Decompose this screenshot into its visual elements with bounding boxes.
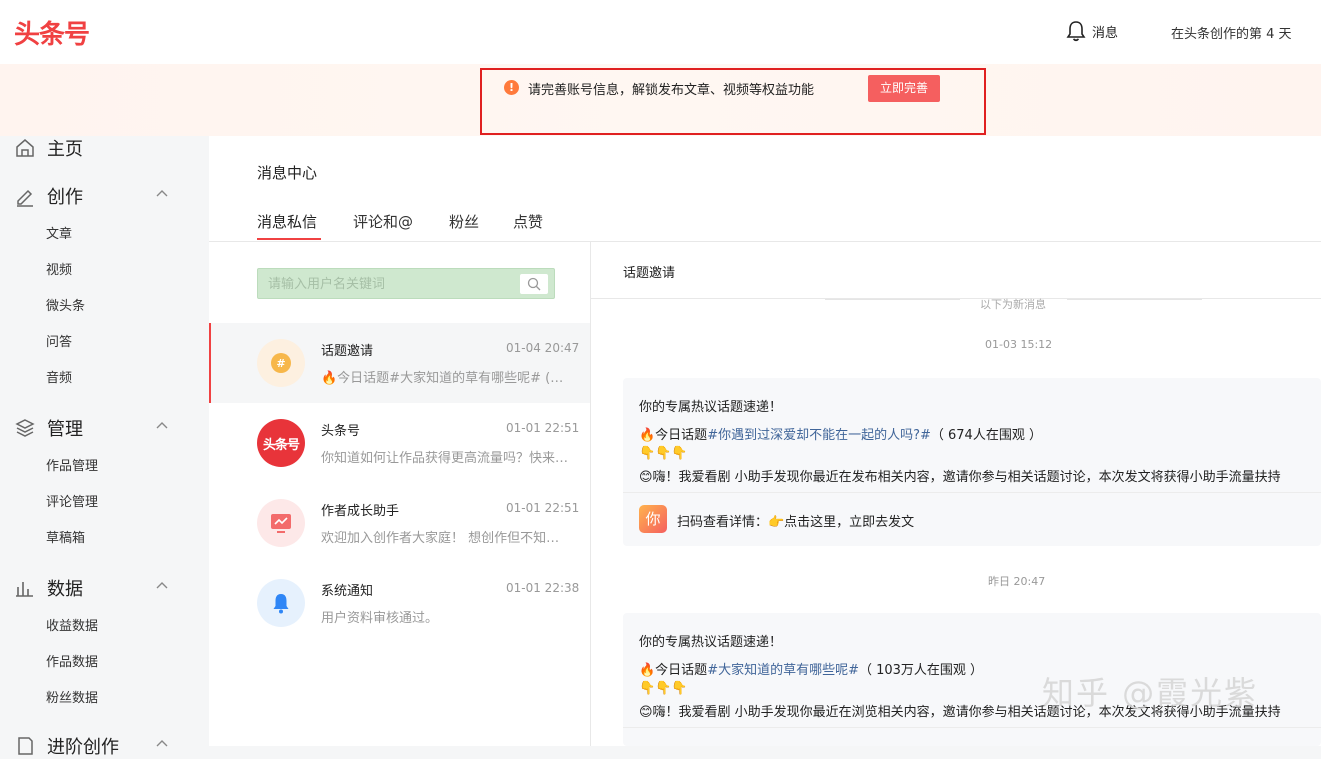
sidebar-item-micro[interactable]: 微头条 [46,295,85,314]
sidebar-item-label: 主页 [47,139,83,160]
chat-title: 话题邀请 [623,266,676,281]
conversation-preview: 用户资料审核通过。 [321,611,439,626]
conversation-preview: 你知道如何让作品获得更高流量吗？快来学习吧 [321,451,571,466]
sidebar-item-create[interactable]: 创作 [14,183,83,209]
sidebar-item-advanced[interactable]: 进阶创作 [14,733,119,759]
sidebar-item-video[interactable]: 视频 [46,259,72,278]
sidebar-item-manage[interactable]: 管理 [14,415,83,441]
bar-chart-icon [16,582,33,597]
topic-link[interactable]: #你遇到过深爱却不能在一起的人吗?# [707,428,931,443]
sidebar [0,136,209,746]
user-search [257,268,555,299]
conversation-item[interactable]: 系统通知 01-01 22:38 用户资料审核通过。 [209,563,590,643]
app-icon: 你 [639,505,667,533]
conversation-time: 01-01 22:51 [506,421,580,435]
chevron-up-icon[interactable] [155,187,169,201]
pen-icon [17,189,33,207]
conversation-name: 头条号 [321,424,361,439]
sidebar-item-audio[interactable]: 音频 [46,367,72,386]
conversation-time: 01-01 22:51 [506,501,580,515]
conversation-name: 作者成长助手 [321,504,400,519]
home-icon [16,139,34,157]
avatar-text: 头条号 [262,437,300,453]
topic-link[interactable]: #大家知道的草有哪些呢# [707,663,859,678]
divider [209,241,1321,242]
sidebar-item-drafts[interactable]: 草稿箱 [46,527,85,546]
topic-line: 🔥今日话题#大家知道的草有哪些呢#（ 103万人在围观 ） [639,659,983,678]
tab-fans[interactable]: 粉丝 [449,211,479,232]
sidebar-item-data[interactable]: 数据 [14,575,83,601]
new-messages-label: 以下为新消息 [980,298,1046,311]
emoji-row: 👇👇👇 [639,681,688,696]
conversation-time: 01-01 22:38 [506,581,580,595]
messages-button[interactable]: 消息 [1066,20,1118,42]
svg-text:#: # [276,357,285,370]
topic-prefix: 🔥今日话题 [639,663,708,678]
sidebar-item-label: 进阶创作 [47,737,119,758]
divider [623,492,1321,493]
conversation-name: 系统通知 [321,584,374,599]
chart-icon [257,499,305,547]
complete-profile-button[interactable]: 立即完善 [868,75,940,102]
message-body: 😊嗨！我爱看剧 小助手发现你最近在发布相关内容，邀请你参与相关话题讨论，本次发文… [639,470,1281,485]
toutiao-logo-avatar: 头条号 [257,419,305,467]
top-header: 头条号 消息 在头条创作的第 4 天 [0,0,1321,64]
sidebar-item-article[interactable]: 文章 [46,223,72,242]
tab-comments-mentions[interactable]: 评论和@ [353,211,413,232]
sidebar-item-comments[interactable]: 评论管理 [46,491,98,510]
conversation-name: 话题邀请 [321,344,374,359]
divider [1067,299,1202,300]
conversation-preview: 🔥今日话题#大家知道的草有哪些呢# (103万人在围观) [321,371,571,386]
conversation-item[interactable]: 头条号 头条号 01-01 22:51 你知道如何让作品获得更高流量吗？快来学习… [209,403,590,483]
sidebar-item-qa[interactable]: 问答 [46,331,72,350]
bell-icon [257,579,305,627]
search-icon [527,277,541,291]
conversation-preview: 欢迎加入创作者大家庭！ 想创作但不知道写什么？ [321,531,571,546]
sidebar-item-label: 管理 [47,419,83,440]
sidebar-item-label: 数据 [47,579,83,600]
topic-viewers: （ 103万人在围观 ） [858,663,984,678]
creation-days-text: 在头条创作的第 4 天 [1171,27,1292,42]
tab-likes[interactable]: 点赞 [513,211,543,232]
messages-label: 消息 [1092,25,1119,41]
banner-text: 请完善账号信息，解锁发布文章、视频等权益功能 [528,83,815,98]
sidebar-item-work-data[interactable]: 作品数据 [46,651,98,670]
topic-prefix: 🔥今日话题 [639,428,708,443]
chevron-up-icon[interactable] [155,737,169,751]
hashtag-icon: # [257,339,305,387]
message-card: 你的专属热议话题速递！ 🔥今日话题#你遇到过深爱却不能在一起的人吗?#（ 674… [623,378,1321,546]
toutiao-logo[interactable]: 头条号 [14,14,90,51]
divider [590,242,591,746]
chevron-up-icon[interactable] [155,579,169,593]
message-timestamp: 01-03 15:12 [985,338,1053,351]
sidebar-item-works[interactable]: 作品管理 [46,455,98,474]
sidebar-item-fans-data[interactable]: 粉丝数据 [46,687,98,706]
active-tab-indicator [257,238,321,240]
warning-icon: ! [504,80,519,95]
topic-line: 🔥今日话题#你遇到过深爱却不能在一起的人吗?#（ 674人在围观 ） [639,424,1042,443]
layers-icon [15,419,35,437]
qr-detail-link[interactable]: 扫码查看详情：👉点击这里，立即去发文 [677,511,914,530]
divider [623,727,1321,728]
message-heading: 你的专属热议话题速递！ [639,635,783,650]
topic-viewers: （ 674人在围观 ） [930,428,1042,443]
conversation-time: 01-04 20:47 [506,341,580,355]
message-timestamp: 昨日 20:47 [988,575,1046,588]
bell-icon [1066,21,1086,42]
sidebar-item-home[interactable]: 主页 [14,135,83,161]
message-heading: 你的专属热议话题速递！ [639,400,783,415]
chevron-up-icon[interactable] [155,419,169,433]
search-button[interactable] [520,274,548,294]
search-input[interactable] [268,275,508,293]
conversation-item[interactable]: 作者成长助手 01-01 22:51 欢迎加入创作者大家庭！ 想创作但不知道写什… [209,483,590,563]
conversation-item[interactable]: # 话题邀请 01-04 20:47 🔥今日话题#大家知道的草有哪些呢# (10… [209,323,590,403]
document-icon [18,737,33,755]
emoji-row: 👇👇👇 [639,446,688,461]
watermark: 知乎 @霞光紫 [1042,674,1259,712]
page-title: 消息中心 [257,164,318,182]
divider [825,299,960,300]
sidebar-item-income[interactable]: 收益数据 [46,615,98,634]
sidebar-item-label: 创作 [47,187,83,208]
tab-private-messages[interactable]: 消息私信 [257,211,317,232]
